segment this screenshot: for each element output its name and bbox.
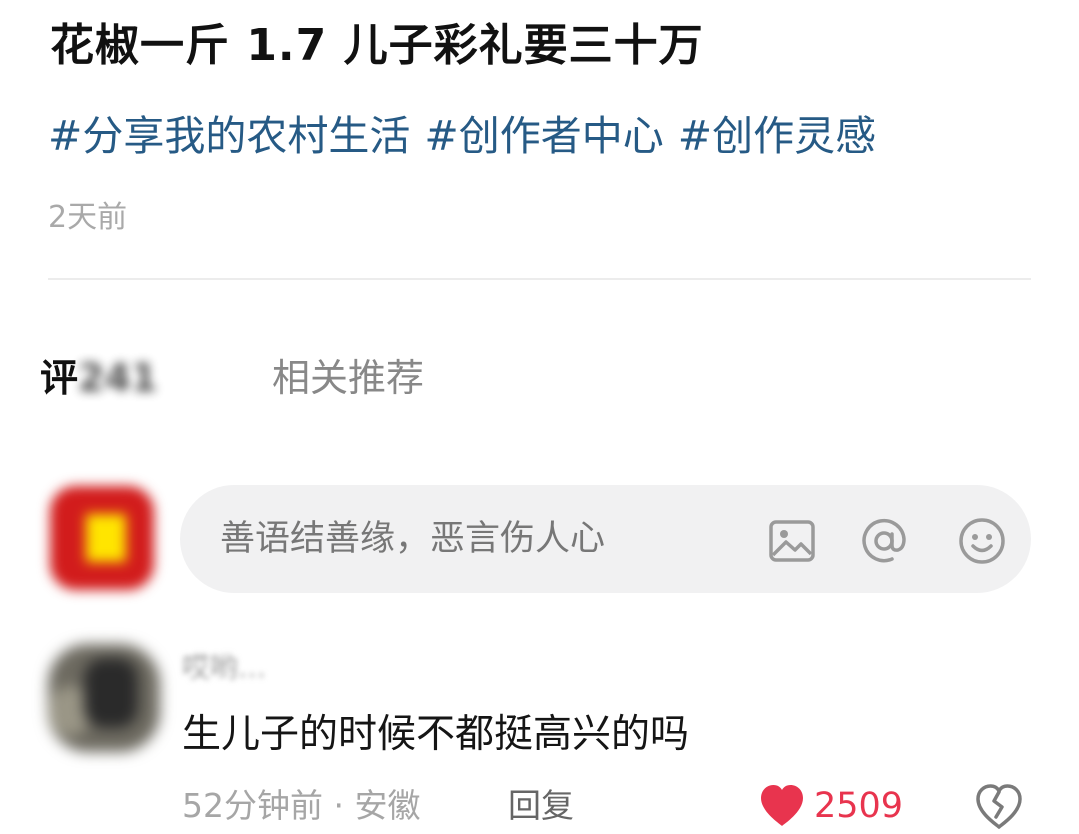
tag-rural-life[interactable]: #分享我的农村生活 <box>48 112 410 160</box>
comment-input[interactable]: 善语结善缘，恶言伤人心 <box>180 485 1031 593</box>
comment-meta: 52分钟前 · 安徽 <box>182 786 421 825</box>
tag-creative-inspiration[interactable]: #创作灵感 <box>678 112 876 160</box>
divider <box>48 278 1031 280</box>
image-icon[interactable] <box>768 517 816 565</box>
tab-related[interactable]: 相关推荐 <box>272 352 424 404</box>
like-count: 2509 <box>814 786 904 826</box>
current-user-avatar[interactable] <box>40 478 164 598</box>
post-title: 花椒一斤 1.7 儿子彩礼要三十万 <box>50 20 704 71</box>
comment-author-avatar[interactable] <box>40 638 164 756</box>
post-time: 2天前 <box>48 200 128 235</box>
at-icon[interactable] <box>860 517 908 565</box>
tag-creator-center[interactable]: #创作者中心 <box>424 112 663 160</box>
tab-comments-label: 评 <box>40 356 79 400</box>
broken-heart-icon[interactable] <box>974 784 1024 830</box>
emoji-icon[interactable] <box>958 517 1006 565</box>
comment-input-placeholder: 善语结善缘，恶言伤人心 <box>220 519 606 559</box>
comment-username[interactable]: 哎哟… <box>182 648 266 688</box>
tab-comments[interactable]: 评241 <box>40 352 157 404</box>
reply-button[interactable]: 回复 <box>508 782 574 830</box>
tab-comments-count: 241 <box>78 356 158 400</box>
comment-text: 生儿子的时候不都挺高兴的吗 <box>182 712 690 757</box>
post-tags: #分享我的农村生活 #创作者中心 #创作灵感 <box>48 104 890 168</box>
heart-icon[interactable] <box>758 784 806 828</box>
